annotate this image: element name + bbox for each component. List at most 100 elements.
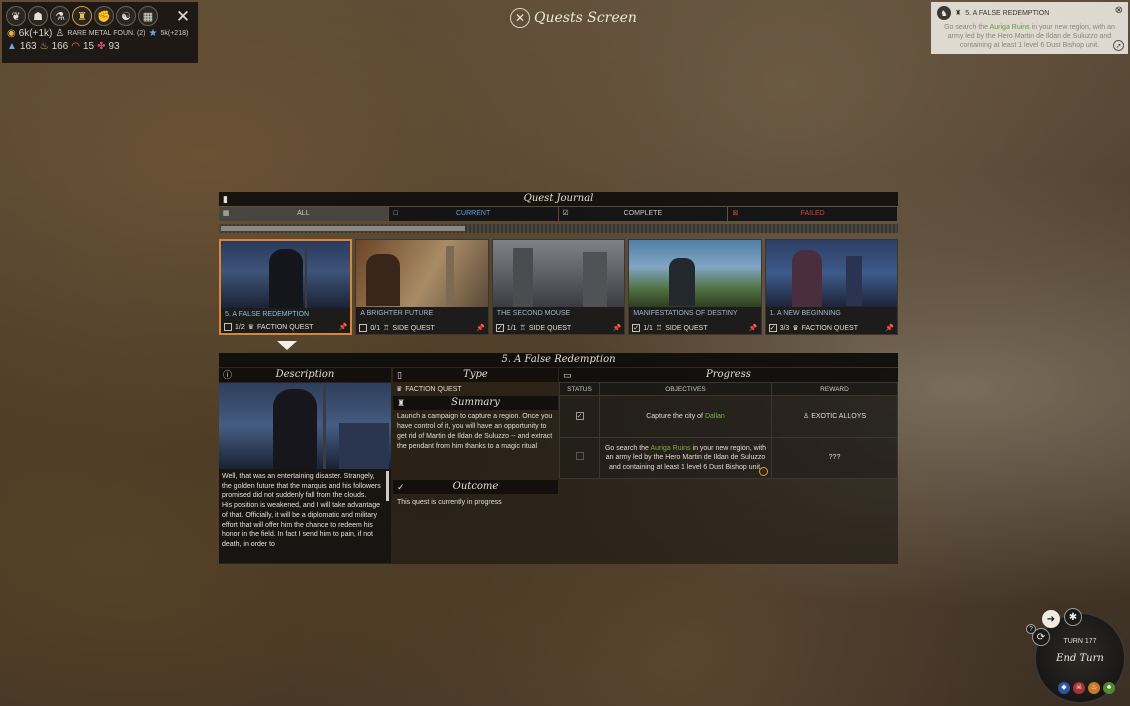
quest-card[interactable]: 1. A NEW BEGINNING ✓ 3/3 ♛ FACTION QUEST… bbox=[764, 239, 898, 335]
quest-card-image bbox=[221, 241, 351, 308]
journal-scrollbar[interactable] bbox=[219, 224, 898, 233]
outcome-header: ✓ Outcome bbox=[393, 480, 558, 494]
strategic-resource-icon: ♙ bbox=[55, 28, 65, 39]
all-grid-icon: ▦ bbox=[222, 210, 230, 217]
laurel-icon[interactable]: ❦ bbox=[6, 6, 26, 26]
quest-card-title: A BRIGHTER FUTURE bbox=[360, 310, 434, 317]
quest-card-progress: 1/1 bbox=[643, 324, 653, 332]
journal-filter-tabs: ▦ ALL □ CURRENT ☑ COMPLETE ⊠ FAILED bbox=[219, 207, 898, 221]
quest-card-image bbox=[765, 240, 897, 307]
notification-body-prefix: Go search the bbox=[944, 24, 990, 31]
tab-current[interactable]: □ CURRENT bbox=[388, 207, 558, 221]
notification-title: 5. A FALSE REDEMPTION bbox=[965, 9, 1050, 17]
quest-status-checkbox bbox=[224, 323, 232, 331]
objective-text: Capture the city of bbox=[646, 412, 705, 420]
quest-card-image bbox=[629, 240, 761, 307]
summary-header: ♜ Summary bbox=[393, 396, 558, 410]
description-header: ⓘ Description bbox=[219, 368, 391, 382]
table-row: Go search the Auriga Ruins in your new r… bbox=[559, 437, 898, 479]
population-icon[interactable]: ☗ bbox=[28, 6, 48, 26]
notification-close-icon[interactable]: ⊗ bbox=[1115, 5, 1123, 16]
type-icon: ▯ bbox=[397, 371, 402, 381]
food-value: 163 bbox=[19, 41, 37, 52]
reward-cell: ♙ EXOTIC ALLOYS bbox=[771, 395, 898, 438]
quest-status-checkbox: ✓ bbox=[632, 324, 641, 332]
help-icon[interactable]: ? bbox=[1026, 624, 1036, 634]
tab-all[interactable]: ▦ ALL bbox=[219, 207, 388, 221]
quest-card[interactable]: A BRIGHTER FUTURE 0/1 ♖ SIDE QUEST 📌 bbox=[355, 239, 489, 335]
faction-quest-icon: ♛ bbox=[247, 324, 255, 331]
quest-card-type: SIDE QUEST bbox=[528, 324, 572, 332]
quest-card[interactable]: 5. A FALSE REDEMPTION 1/2 ♛ FACTION QUES… bbox=[219, 239, 353, 335]
science-resource-icon: ◠ bbox=[71, 41, 80, 52]
resource-panel: ❦ ☗ ⚗ ♜ ✊ ☯ ▦ ✕ ◉ 6k(+1k) ♙ RARE METAL F… bbox=[2, 2, 198, 63]
science-icon[interactable]: ⚗ bbox=[50, 6, 70, 26]
check-icon: ✓ bbox=[397, 483, 405, 493]
description-header-label: Description bbox=[275, 369, 335, 380]
trophy-icon[interactable]: ♜ bbox=[72, 6, 92, 26]
pin-icon[interactable]: 📌 bbox=[749, 324, 758, 332]
pin-icon[interactable]: 📌 bbox=[885, 324, 894, 332]
screen-title-text: Quests Screen bbox=[534, 10, 637, 26]
quest-card-meta: ✓ 1/1 ♖ SIDE QUEST 📌 bbox=[495, 324, 621, 332]
quest-status-checkbox: ✓ bbox=[495, 324, 504, 332]
screen-title: ✕ Quests Screen bbox=[510, 8, 637, 28]
info-icon: ⓘ bbox=[223, 371, 233, 381]
side-quest-icon: ♖ bbox=[519, 325, 526, 332]
snowflake-icon[interactable]: ✱ bbox=[1064, 608, 1082, 626]
fist-icon[interactable]: ✊ bbox=[94, 6, 114, 26]
quest-card-progress: 1/1 bbox=[506, 324, 517, 332]
approval-value: 93 bbox=[108, 41, 120, 52]
dust-value: 6k(+1k) bbox=[18, 28, 53, 39]
notification-goto-icon[interactable]: ➚ bbox=[1113, 40, 1124, 51]
quest-cards: 5. A FALSE REDEMPTION 1/2 ♛ FACTION QUES… bbox=[219, 239, 898, 335]
empire-green-icon[interactable]: ♣ bbox=[1103, 682, 1115, 694]
reward-cell: ??? bbox=[771, 437, 898, 479]
progress-icon: ▭ bbox=[563, 371, 572, 381]
pin-icon[interactable]: 📌 bbox=[339, 323, 348, 331]
description-scrollbar[interactable] bbox=[386, 471, 389, 501]
quest-card-meta: ✓ 1/1 ♖ SIDE QUEST 📌 bbox=[632, 324, 758, 332]
quest-notification[interactable]: ♞ ♜ 5. A FALSE REDEMPTION ⊗ Go search th… bbox=[931, 2, 1128, 54]
end-turn-button[interactable]: End Turn bbox=[1036, 653, 1124, 664]
influence-icon: ★ bbox=[148, 28, 158, 39]
quest-card-title: 1. A NEW BEGINNING bbox=[769, 310, 841, 317]
quest-detail-title: 5. A False Redemption bbox=[219, 353, 898, 367]
quest-card[interactable]: THE SECOND MOUSE ✓ 1/1 ♖ SIDE QUEST 📌 bbox=[491, 239, 626, 335]
summary-header-label: Summary bbox=[451, 397, 500, 408]
quest-card-title: 5. A FALSE REDEMPTION bbox=[225, 311, 310, 318]
empire-orange-icon[interactable]: ♨ bbox=[1088, 682, 1100, 694]
progress-column: ▭ Progress STATUS OBJECTIVES REWARD ✓ Ca… bbox=[559, 368, 898, 564]
quest-card-type: FACTION QUEST bbox=[257, 323, 314, 331]
next-arrow-icon[interactable]: ➜ bbox=[1042, 610, 1060, 628]
notification-header: ♞ ♜ 5. A FALSE REDEMPTION bbox=[937, 6, 1122, 20]
pin-icon[interactable]: 📌 bbox=[476, 324, 485, 332]
tab-all-label: ALL bbox=[297, 210, 310, 217]
pending-checkbox bbox=[575, 452, 584, 461]
objective-highlight[interactable]: Auriga Ruins bbox=[650, 445, 690, 452]
current-box-icon: □ bbox=[393, 210, 398, 217]
empire-status-dots: ◆ ☠ ♨ ♣ bbox=[1058, 682, 1115, 694]
tab-complete[interactable]: ☑ COMPLETE bbox=[558, 207, 728, 221]
tab-failed[interactable]: ⊠ FAILED bbox=[728, 207, 897, 221]
type-header-label: Type bbox=[463, 369, 488, 380]
close-screen-icon[interactable]: ✕ bbox=[510, 8, 530, 28]
diplomacy-icon[interactable]: ☯ bbox=[116, 6, 136, 26]
quest-card[interactable]: MANIFESTATIONS OF DESTINY ✓ 1/1 ♖ SIDE Q… bbox=[628, 239, 762, 335]
locate-icon[interactable]: ◌ bbox=[759, 467, 768, 476]
description-text[interactable]: Well, that was an entertaining disaster.… bbox=[219, 469, 391, 563]
summary-icon: ♜ bbox=[397, 399, 406, 409]
treasury-icon[interactable]: ▦ bbox=[138, 6, 158, 26]
journal-scrollbar-thumb[interactable] bbox=[221, 226, 466, 231]
quest-card-image bbox=[492, 240, 625, 307]
pin-icon[interactable]: 📌 bbox=[612, 324, 621, 332]
quest-details: 5. A False Redemption ⓘ Description Well… bbox=[219, 353, 898, 564]
tools-icon[interactable]: ✕ bbox=[172, 6, 194, 28]
empire-blue-icon[interactable]: ◆ bbox=[1058, 682, 1070, 694]
quest-card-type: FACTION QUEST bbox=[801, 324, 858, 332]
objective-highlight[interactable]: Dallan bbox=[705, 413, 725, 420]
empire-red-icon[interactable]: ☠ bbox=[1073, 682, 1085, 694]
status-column-header: STATUS bbox=[559, 382, 600, 396]
notification-body: Go search the Auriga Ruins in your new r… bbox=[937, 23, 1122, 50]
tab-current-label: CURRENT bbox=[456, 210, 491, 217]
